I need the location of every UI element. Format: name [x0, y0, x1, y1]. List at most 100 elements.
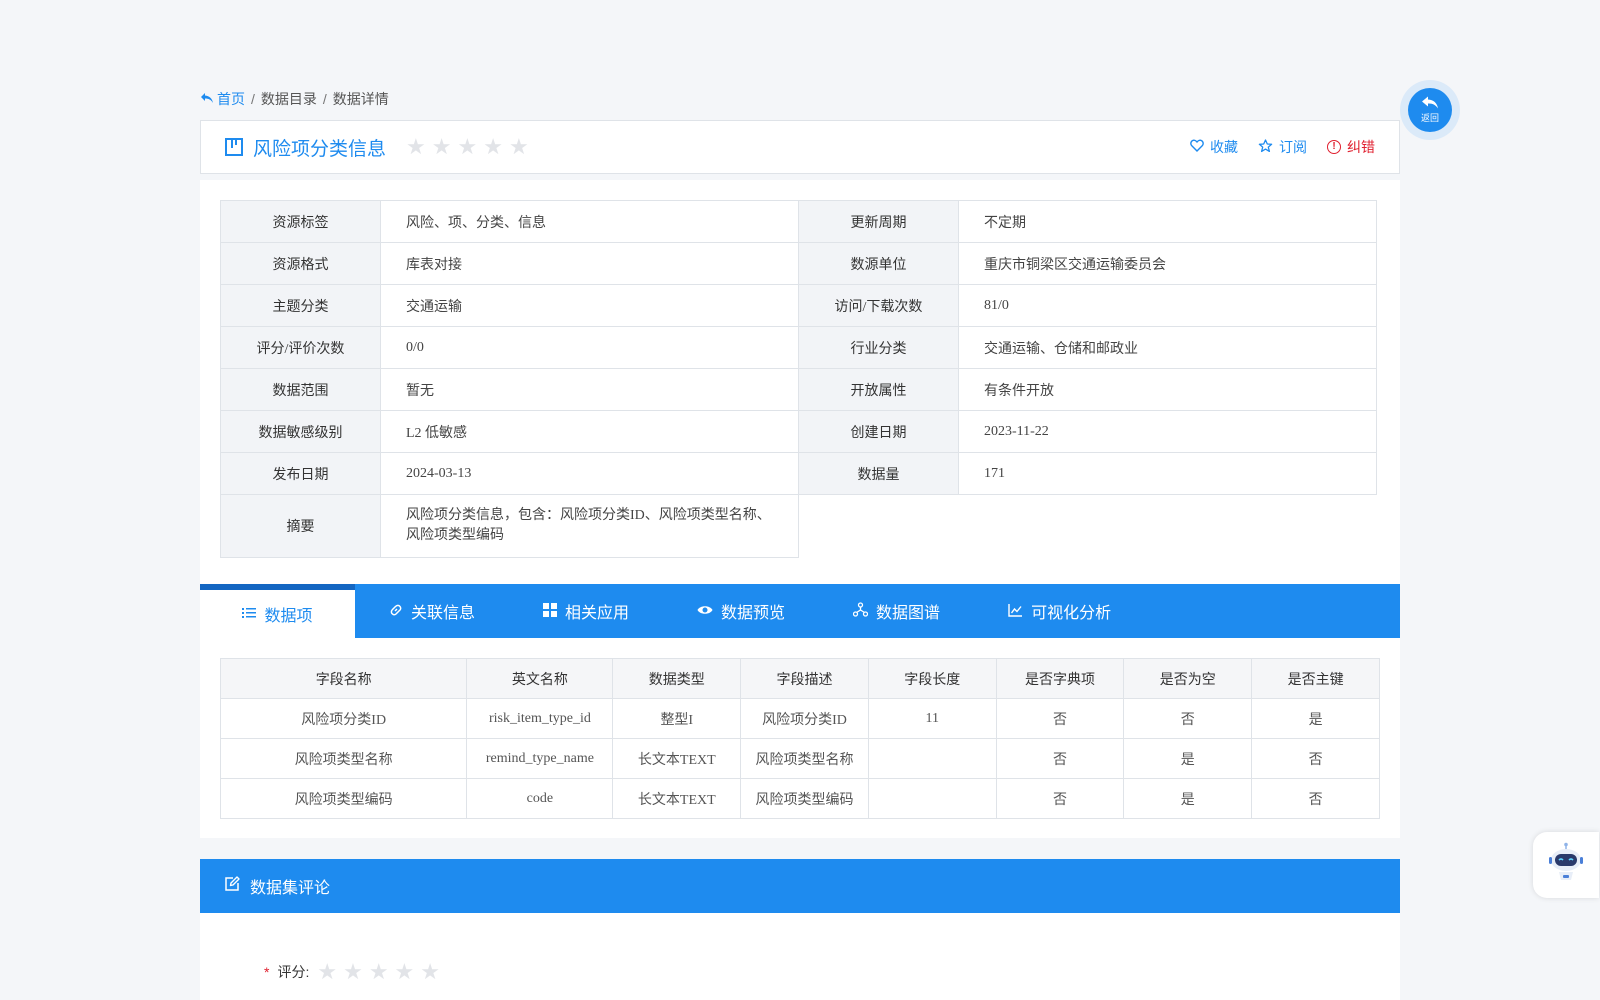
- table-cell: code: [466, 778, 614, 819]
- star-icon: ★: [406, 134, 426, 159]
- info-key: 数据量: [798, 452, 959, 495]
- star-outline-icon: [1258, 138, 1273, 156]
- fields-table: 字段名称 英文名称 数据类型 字段描述 字段长度 是否字典项 是否为空 是否主键 风险项分类I…: [219, 658, 1380, 819]
- list-icon: [242, 606, 257, 622]
- tab-related-apps[interactable]: 相关应用: [509, 584, 663, 638]
- tab-label: 数据项: [264, 608, 313, 625]
- table-cell: [867, 778, 997, 819]
- grid-icon: [543, 602, 558, 620]
- column-header: 数据类型: [612, 658, 742, 699]
- table-cell: 否: [1123, 698, 1253, 739]
- back-button[interactable]: 返回: [1400, 80, 1460, 140]
- breadcrumb-item-catalog[interactable]: 数据目录: [261, 89, 317, 109]
- table-cell: 长文本TEXT: [612, 738, 742, 779]
- info-key: 访问/下载次数: [798, 284, 959, 327]
- info-row-summary: 摘要 风险项分类信息，包含：风险项分类ID、风险项类型名称、风险项类型编码: [220, 494, 1377, 558]
- info-row: 数据敏感级别 L2 低敏感 创建日期 2023-11-22: [220, 410, 1377, 453]
- info-value: 交通运输: [380, 284, 799, 327]
- tab-data-graph[interactable]: 数据图谱: [819, 584, 974, 638]
- star-icon: ★: [431, 134, 452, 159]
- reply-icon: [200, 91, 214, 107]
- table-cell: 是: [1123, 738, 1253, 779]
- eye-icon: [697, 603, 713, 619]
- tab-visual-analysis[interactable]: 可视化分析: [974, 584, 1145, 638]
- star-icon[interactable]: ★: [343, 961, 363, 983]
- info-key: 资源标签: [220, 200, 381, 243]
- info-value: 风险、项、分类、信息: [380, 200, 799, 243]
- info-key: 发布日期: [220, 452, 381, 495]
- table-row: 风险项类型名称 remind_type_name 长文本TEXT 风险项类型名称否是否: [219, 738, 1380, 779]
- rating-stars-input[interactable]: ★ ★ ★ ★ ★: [317, 961, 440, 983]
- table-cell: 风险项类型名称: [219, 738, 468, 779]
- breadcrumb-separator: /: [251, 91, 255, 107]
- breadcrumb-home-label: 首页: [217, 91, 245, 107]
- tab-label: 关联信息: [411, 605, 476, 622]
- column-header: 是否为空: [1123, 658, 1253, 699]
- star-icon: ★: [457, 134, 478, 159]
- table-cell: 是: [1123, 778, 1253, 819]
- info-key: 评分/评价次数: [220, 326, 381, 369]
- info-key: 更新周期: [798, 200, 959, 243]
- table-cell: 风险项类型编码: [740, 778, 869, 819]
- star-icon[interactable]: ★: [317, 961, 337, 983]
- tab-data-items[interactable]: 数据项: [200, 584, 355, 638]
- info-row: 资源格式 库表对接 数源单位 重庆市铜梁区交通运输委员会: [220, 242, 1377, 285]
- tab-related-info[interactable]: 关联信息: [355, 584, 509, 638]
- tab-label: 可视化分析: [1031, 605, 1112, 622]
- required-mark: *: [264, 964, 270, 980]
- table-cell: 11: [867, 698, 997, 739]
- report-error-label: 纠错: [1347, 139, 1375, 155]
- assistant-button[interactable]: [1533, 832, 1599, 898]
- info-key: 创建日期: [798, 410, 959, 453]
- column-header: 是否字典项: [995, 658, 1125, 699]
- table-cell: 风险项分类ID: [740, 698, 869, 739]
- back-arrow-icon: [1421, 96, 1439, 114]
- column-header: 字段名称: [219, 658, 468, 699]
- report-error-button[interactable]: ! 纠错: [1327, 137, 1375, 157]
- info-table: 资源标签 风险、项、分类、信息 更新周期 不定期 资源格式 库表对接 数源单位 重庆市铜梁区交…: [220, 200, 1377, 558]
- tab-label: 数据图谱: [876, 605, 941, 622]
- info-row: 评分/评价次数 0/0 行业分类 交通运输、仓储和邮政业: [220, 326, 1377, 369]
- info-value: 2023-11-22: [958, 410, 1377, 453]
- star-icon[interactable]: ★: [369, 961, 389, 983]
- table-cell: 整型I: [612, 698, 742, 739]
- info-value: 2024-03-13: [380, 452, 799, 495]
- line-chart-icon: [1008, 603, 1023, 620]
- review-title: 数据集评论: [250, 880, 331, 897]
- back-label: 返回: [1420, 112, 1439, 123]
- info-row: 主题分类 交通运输 访问/下载次数 81/0: [220, 284, 1377, 327]
- favorite-button[interactable]: 收藏: [1190, 137, 1238, 157]
- alert-circle-icon: !: [1327, 140, 1341, 154]
- tab-data-preview[interactable]: 数据预览: [663, 584, 819, 638]
- fields-header-row: 字段名称 英文名称 数据类型 字段描述 字段长度 是否字典项 是否为空 是否主键: [219, 658, 1380, 699]
- table-row: 风险项类型编码 code 长文本TEXT 风险项类型编码否是否: [219, 778, 1380, 819]
- breadcrumb-home[interactable]: 首页: [200, 89, 245, 109]
- star-icon: ★: [508, 134, 529, 159]
- info-key: 摘要: [220, 494, 381, 558]
- info-panel: 资源标签 风险、项、分类、信息 更新周期 不定期 资源格式 库表对接 数源单位 重庆市铜梁区交…: [200, 180, 1400, 584]
- table-cell: risk_item_type_id: [466, 698, 614, 739]
- network-icon: [852, 602, 869, 620]
- info-row: 资源标签 风险、项、分类、信息 更新周期 不定期: [220, 200, 1377, 243]
- favorite-label: 收藏: [1210, 139, 1238, 155]
- info-value: 81/0: [958, 284, 1377, 327]
- subscribe-button[interactable]: 订阅: [1258, 137, 1307, 157]
- column-header: 英文名称: [466, 658, 614, 699]
- info-key: 行业分类: [798, 326, 959, 369]
- table-cell: remind_type_name: [466, 738, 614, 779]
- info-key: 数源单位: [798, 242, 959, 285]
- robot-icon: [1546, 842, 1586, 889]
- info-key: 数据范围: [220, 368, 381, 411]
- column-header: 字段描述: [740, 658, 869, 699]
- review-header: 数据集评论: [200, 859, 1400, 913]
- breadcrumb-item-detail: 数据详情: [332, 91, 389, 107]
- table-row: 风险项分类ID risk_item_type_id 整型I 风险项分类ID 11 否否是: [219, 698, 1380, 739]
- table-cell: 风险项分类ID: [219, 698, 468, 739]
- table-cell: 否: [1251, 778, 1380, 819]
- breadcrumb-separator: /: [322, 91, 327, 107]
- star-icon[interactable]: ★: [395, 961, 415, 983]
- column-header: 字段长度: [867, 658, 997, 699]
- heart-icon: [1190, 139, 1204, 155]
- star-icon[interactable]: ★: [420, 961, 440, 983]
- info-value: 重庆市铜梁区交通运输委员会: [958, 242, 1377, 285]
